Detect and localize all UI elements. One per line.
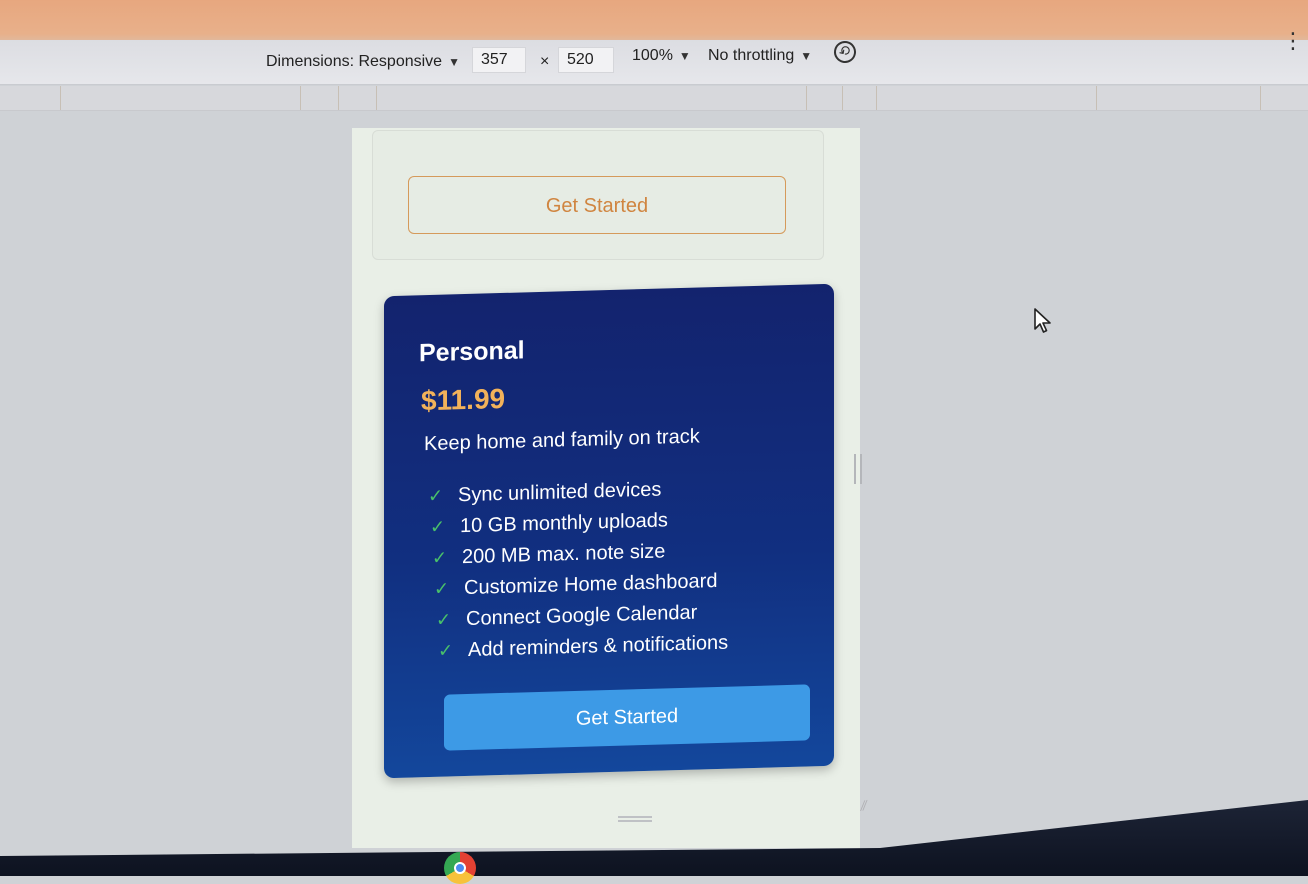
- check-icon: ✓: [432, 547, 448, 568]
- chevron-down-icon: ▼: [448, 55, 460, 69]
- devtools-device-toolbar: Dimensions: Responsive ▼ 357 × 520 100% ▼ …: [0, 40, 1308, 85]
- times-sign: ×: [540, 53, 550, 70]
- mouse-cursor-icon: [1034, 308, 1051, 333]
- width-input[interactable]: 357: [472, 47, 526, 73]
- get-started-button[interactable]: Get Started: [444, 684, 810, 751]
- viewport-resize-handle-bottom[interactable]: [618, 816, 652, 822]
- height-input[interactable]: 520: [558, 47, 614, 73]
- throttling-dropdown[interactable]: No throttling ▼: [708, 43, 812, 69]
- viewport-resize-handle-right[interactable]: [854, 454, 862, 484]
- feature-label: Add reminders & notifications: [468, 631, 729, 661]
- dimensions-dropdown[interactable]: Dimensions: Responsive ▼: [266, 49, 460, 75]
- plan-title: Personal: [419, 336, 525, 368]
- media-query-ruler[interactable]: [0, 86, 1308, 111]
- get-started-button-upper[interactable]: Get Started: [408, 176, 786, 234]
- zoom-label: 100%: [632, 47, 673, 64]
- feature-label: 10 GB monthly uploads: [460, 509, 668, 538]
- dimensions-label: Dimensions: Responsive: [266, 53, 443, 70]
- chevron-down-icon: ▼: [678, 49, 691, 63]
- feature-label: Customize Home dashboard: [464, 569, 718, 600]
- plan-price: $11.99: [421, 382, 506, 417]
- feature-label: 200 MB max. note size: [462, 540, 666, 569]
- throttling-label: No throttling: [708, 47, 795, 64]
- feature-label: Sync unlimited devices: [458, 478, 662, 507]
- check-icon: ✓: [436, 609, 452, 630]
- feature-label: Connect Google Calendar: [466, 601, 698, 630]
- check-icon: ✓: [438, 640, 454, 661]
- zoom-dropdown[interactable]: 100% ▼: [632, 43, 691, 69]
- check-icon: ✓: [428, 485, 444, 507]
- check-icon: ✓: [434, 578, 450, 599]
- kebab-icon[interactable]: ⋮: [1282, 30, 1304, 52]
- check-icon: ✓: [430, 516, 446, 537]
- plan-tagline: Keep home and family on track: [424, 425, 700, 456]
- feature-list: ✓ Sync unlimited devices ✓ 10 GB monthly u…: [428, 473, 728, 667]
- chevron-down-icon: ▼: [800, 49, 813, 63]
- chrome-icon[interactable]: [444, 852, 476, 884]
- pricing-card-personal: Personal $11.99 Keep home and family on …: [384, 283, 834, 779]
- resize-corner-icon[interactable]: ⁄⁄: [861, 795, 882, 816]
